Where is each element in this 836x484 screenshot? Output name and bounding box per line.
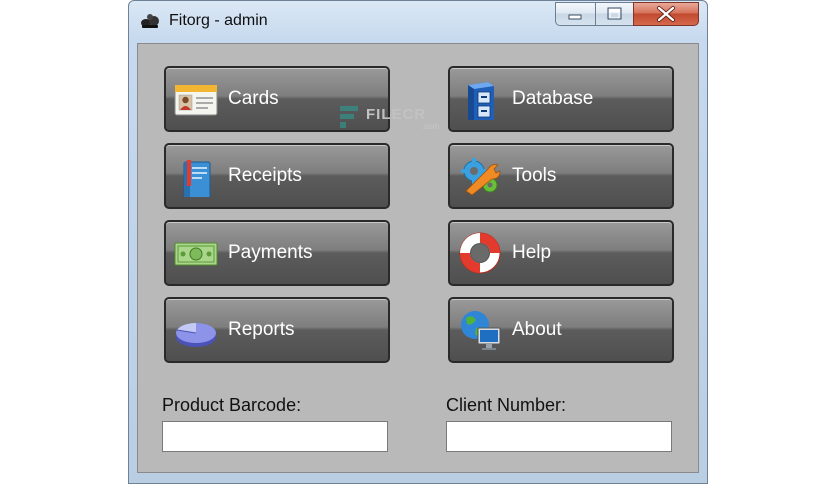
database-label: Database [512, 88, 594, 109]
about-label: About [512, 319, 562, 340]
lifebuoy-icon [459, 232, 501, 274]
filing-cabinet-icon [468, 82, 494, 120]
receipts-button[interactable]: Receipts [164, 143, 390, 209]
payments-button[interactable]: Payments [164, 220, 390, 286]
help-label: Help [512, 242, 552, 263]
minimize-icon [568, 14, 582, 20]
maximize-icon [607, 7, 622, 20]
maximize-button[interactable] [595, 2, 633, 26]
banknote-icon [174, 242, 218, 266]
window-title: Fitorg - admin [169, 12, 268, 29]
pie-chart-icon [176, 323, 216, 347]
title-bar[interactable]: Fitorg - admin [129, 1, 707, 41]
tools-button[interactable]: Tools [448, 143, 674, 209]
cards-label: Cards [228, 88, 279, 109]
receipts-label: Receipts [228, 165, 302, 186]
client-number-label: Client Number: [446, 395, 567, 415]
tools-label: Tools [512, 165, 557, 186]
product-barcode-label: Product Barcode: [162, 395, 302, 415]
id-card-icon [174, 84, 218, 116]
main-panel: Cards Database Receipts Tools Payments H… [137, 43, 699, 473]
help-button[interactable]: Help [448, 220, 674, 286]
database-button[interactable]: Database [448, 66, 674, 132]
cards-button[interactable]: Cards [164, 66, 390, 132]
close-icon [657, 6, 675, 22]
minimize-button[interactable] [555, 2, 595, 26]
client-number-input[interactable] [446, 421, 672, 452]
about-button[interactable]: About [448, 297, 674, 363]
app-logo-icon [141, 14, 159, 28]
payments-label: Payments [228, 242, 313, 263]
close-button[interactable] [633, 2, 699, 26]
reports-label: Reports [228, 319, 295, 340]
gears-wrench-icon [461, 158, 501, 196]
app-window: Fitorg - admin Cards Database Receipts T… [128, 0, 708, 484]
watermark-suffix: .com [422, 122, 440, 131]
product-barcode-input[interactable] [162, 421, 388, 452]
window-controls [555, 2, 699, 28]
globe-monitor-icon [461, 311, 501, 350]
reports-button[interactable]: Reports [164, 297, 390, 363]
book-icon [183, 160, 211, 197]
